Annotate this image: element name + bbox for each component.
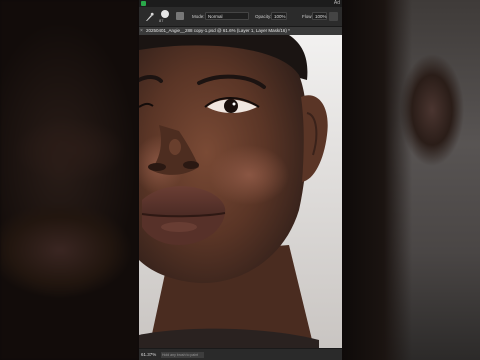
photoshop-logo-icon[interactable]: [141, 1, 146, 6]
opacity-label: Opacity:: [255, 14, 272, 19]
pressure-icon[interactable]: [329, 12, 338, 21]
mode-select[interactable]: Normal: [205, 12, 249, 20]
flow-field[interactable]: 100%: [312, 12, 327, 20]
close-icon[interactable]: ×: [140, 27, 143, 35]
zoom-level[interactable]: 61.37%: [141, 349, 156, 360]
options-bar: 87 Mode: Normal Opacity: 100% Flow: 100%: [139, 7, 342, 27]
blurred-background-right: [342, 0, 480, 360]
brush-settings-icon[interactable]: [176, 12, 184, 20]
blurred-background-left: [0, 0, 139, 360]
menu-bar: Ad: [139, 0, 342, 7]
mode-label: Mode:: [192, 14, 205, 19]
brush-preset-picker[interactable]: [161, 10, 169, 18]
opacity-field[interactable]: 100%: [271, 12, 287, 20]
portrait-photo: [139, 35, 342, 348]
document-canvas[interactable]: [139, 35, 342, 348]
brush-size-value: 87: [159, 18, 164, 23]
status-bar: 61.37% Hold any brush to paint: [139, 348, 342, 360]
photoshop-window: Ad 87 Mode: Normal Opacity: 100% Flow: 1…: [139, 0, 342, 360]
status-message: Hold any brush to paint: [161, 352, 204, 358]
menu-bar-title: Ad: [333, 0, 340, 6]
blurred-hair: [342, 0, 412, 360]
document-title: 20250401_Angie__288 copy-1.psd @ 61.6% (…: [146, 28, 290, 33]
brush-icon[interactable]: [144, 12, 154, 22]
